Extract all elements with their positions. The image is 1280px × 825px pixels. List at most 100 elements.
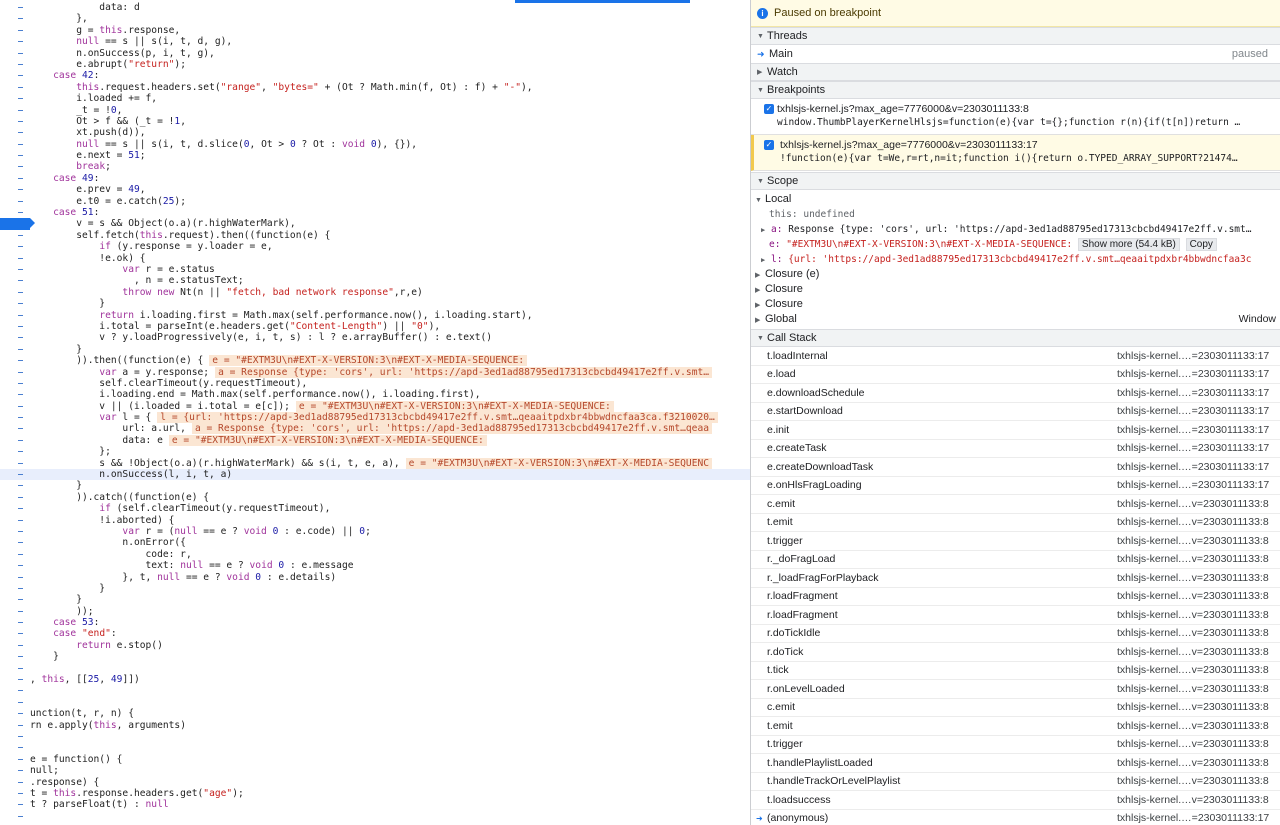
callstack-frame[interactable]: t.loadsuccess txhlsjs-kernel.…v=230301113… <box>751 791 1280 810</box>
line-gutter[interactable] <box>0 606 30 617</box>
frame-location[interactable]: txhlsjs-kernel.…=2303011133:17 <box>1117 350 1269 362</box>
line-gutter[interactable] <box>0 367 30 378</box>
code-line[interactable]: i.loading.end = Math.max(self.performanc… <box>0 389 750 400</box>
code-line[interactable]: )).then((function(e) {e = "#EXTM3U\n#EXT… <box>0 355 750 367</box>
line-gutter[interactable] <box>0 59 30 70</box>
code-line[interactable]: xt.push(d)), <box>0 127 750 138</box>
line-gutter[interactable] <box>0 594 30 605</box>
line-gutter[interactable] <box>0 549 30 560</box>
code-line[interactable]: n.onSuccess(p, i, t, g), <box>0 48 750 59</box>
line-gutter[interactable] <box>0 560 30 571</box>
code-line[interactable]: case 42: <box>0 70 750 81</box>
line-gutter[interactable] <box>0 731 30 742</box>
line-gutter[interactable] <box>0 583 30 594</box>
callstack-frame[interactable]: t.emit txhlsjs-kernel.…v=2303011133:8 <box>751 514 1280 532</box>
line-gutter[interactable] <box>0 275 30 286</box>
callstack-frame[interactable]: r.doTickIdle txhlsjs-kernel.…v=2303011133… <box>751 625 1280 643</box>
line-gutter[interactable] <box>0 70 30 81</box>
code-line[interactable]: return i.loading.first = Math.max(self.p… <box>0 310 750 321</box>
code-line[interactable]: rn e.apply(this, arguments) <box>0 720 750 731</box>
code-line[interactable]: } <box>0 583 750 594</box>
code-line[interactable] <box>0 742 750 753</box>
line-gutter[interactable] <box>0 708 30 719</box>
frame-location[interactable]: txhlsjs-kernel.…=2303011133:17 <box>1117 479 1269 491</box>
frame-location[interactable]: txhlsjs-kernel.…=2303011133:17 <box>1117 368 1269 380</box>
line-gutter[interactable] <box>0 811 30 822</box>
code-line[interactable] <box>0 697 750 708</box>
line-gutter[interactable] <box>0 515 30 526</box>
frame-location[interactable]: txhlsjs-kernel.…v=2303011133:8 <box>1117 535 1269 547</box>
code-line[interactable]: text: null == e ? void 0 : e.message <box>0 560 750 571</box>
copy-button[interactable]: Copy <box>1185 238 1217 251</box>
checkbox-checked-icon[interactable]: ✓ <box>764 140 774 150</box>
line-gutter[interactable] <box>0 173 30 184</box>
code-line[interactable]: Ot > f && (_t = !1, <box>0 116 750 127</box>
frame-location[interactable]: txhlsjs-kernel.…v=2303011133:8 <box>1117 590 1269 602</box>
code-line[interactable]: s && !Object(o.a)(r.highWaterMark) && s(… <box>0 457 750 469</box>
callstack-frame[interactable]: r.loadFragment txhlsjs-kernel.…v=23030111… <box>751 606 1280 625</box>
code-line[interactable]: data: d <box>0 2 750 13</box>
line-gutter[interactable] <box>0 503 30 514</box>
line-gutter[interactable] <box>0 617 30 628</box>
scope-closure[interactable]: ▶ Closure <box>751 297 1280 312</box>
code-line[interactable]: }, <box>0 13 750 24</box>
line-gutter[interactable] <box>0 663 30 674</box>
frame-location[interactable]: txhlsjs-kernel.…v=2303011133:8 <box>1117 683 1269 695</box>
code-line[interactable]: null; <box>0 765 750 776</box>
callstack-frame[interactable]: t.trigger txhlsjs-kernel.…v=2303011133:8 <box>751 532 1280 551</box>
line-gutter[interactable] <box>0 389 30 400</box>
code-line[interactable]: var r = (null == e ? void 0 : e.code) ||… <box>0 526 750 537</box>
frame-location[interactable]: txhlsjs-kernel.…v=2303011133:8 <box>1117 516 1269 528</box>
code-line[interactable]: e.abrupt("return"); <box>0 59 750 70</box>
line-gutter[interactable] <box>0 742 30 753</box>
frame-location[interactable]: txhlsjs-kernel.…v=2303011133:8 <box>1117 757 1269 769</box>
code-line[interactable]: throw new Nt(n || "fetch, bad network re… <box>0 287 750 298</box>
line-gutter[interactable] <box>0 480 30 491</box>
scope-local-header[interactable]: ▼ Local <box>751 192 1280 207</box>
code-line[interactable]: null == s || s(i, t, d.slice(0, Ot > 0 ?… <box>0 139 750 150</box>
code-editor[interactable]: data: d }, g = this.response, null == s … <box>0 0 750 825</box>
code-line[interactable]: null == s || s(i, t, d, g), <box>0 36 750 47</box>
code-line[interactable]: !e.ok) { <box>0 253 750 264</box>
line-gutter[interactable] <box>0 310 30 321</box>
line-gutter[interactable] <box>0 25 30 36</box>
code-line[interactable]: )); <box>0 606 750 617</box>
frame-location[interactable]: txhlsjs-kernel.…v=2303011133:8 <box>1117 720 1269 732</box>
code-line[interactable] <box>0 663 750 674</box>
line-gutter[interactable] <box>0 196 30 207</box>
breakpoints-section-header[interactable]: ▼ Breakpoints <box>751 81 1280 99</box>
line-gutter[interactable] <box>0 401 30 412</box>
callstack-frame[interactable]: e.downloadSchedule txhlsjs-kernel.…=23030… <box>751 384 1280 403</box>
frame-location[interactable]: txhlsjs-kernel.…v=2303011133:8 <box>1117 646 1269 658</box>
code-line[interactable]: v || (i.loaded = i.total = e[c]); e = "#E… <box>0 400 750 412</box>
show-more-button[interactable]: Show more (54.4 kB) <box>1077 238 1180 251</box>
code-line[interactable]: t ? parseFloat(t) : null <box>0 799 750 810</box>
line-gutter[interactable] <box>0 93 30 104</box>
code-line[interactable]: break; <box>0 161 750 172</box>
code-line[interactable]: } <box>0 480 750 491</box>
line-gutter[interactable] <box>0 526 30 537</box>
line-gutter[interactable] <box>0 253 30 264</box>
line-gutter[interactable] <box>0 207 30 218</box>
code-line[interactable]: e.t0 = e.catch(25); <box>0 196 750 207</box>
callstack-frame[interactable]: r.loadFragment txhlsjs-kernel.…v=23030111… <box>751 588 1280 606</box>
code-line[interactable]: t = this.response.headers.get("age"); <box>0 788 750 799</box>
callstack-frame[interactable]: e.init txhlsjs-kernel.…=2303011133:17 <box>751 421 1280 440</box>
checkbox-checked-icon[interactable]: ✓ <box>764 104 774 114</box>
code-line[interactable]: code: r, <box>0 549 750 560</box>
code-line[interactable] <box>0 685 750 696</box>
code-line[interactable]: self.fetch(this.request).then((function(… <box>0 230 750 241</box>
line-gutter[interactable] <box>0 492 30 503</box>
thread-row-main[interactable]: ➜ Main paused <box>751 45 1280 63</box>
line-gutter[interactable] <box>0 674 30 685</box>
callstack-frame[interactable]: t.handleTrackOrLevelPlaylist txhlsjs-kern… <box>751 773 1280 791</box>
breakpoint-item-active[interactable]: ✓ txhlsjs-kernel.js?max_age=7776000&v=23… <box>751 135 1280 171</box>
code-line[interactable]: } <box>0 298 750 309</box>
code-line[interactable]: url: a.url, a = Response {type: 'cors', u… <box>0 423 750 435</box>
callstack-frame[interactable]: e.createDownloadTask txhlsjs-kernel.…=230… <box>751 458 1280 477</box>
code-line[interactable]: e = function() { <box>0 754 750 765</box>
line-gutter[interactable] <box>0 640 30 651</box>
scope-global[interactable]: ▶ Global Window <box>751 312 1280 327</box>
frame-location[interactable]: txhlsjs-kernel.…v=2303011133:8 <box>1117 664 1269 676</box>
code-line[interactable]: var l = {l = {url: 'https://apd-3ed1ad88… <box>0 412 750 424</box>
